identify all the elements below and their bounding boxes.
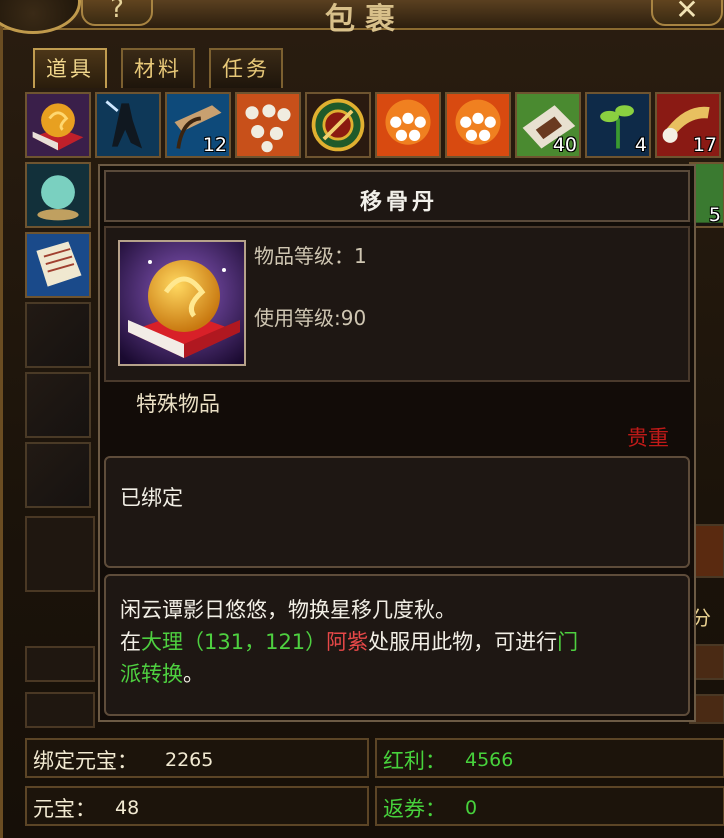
description-box: 闲云谭影日悠悠，物换星移几度秋。 在大理（131，121）阿紫处服用此物，可进行… [104, 574, 690, 716]
desc-npc: 阿紫 [326, 630, 369, 654]
desc-pre: 在 [120, 630, 141, 654]
inventory-slot-empty[interactable] [25, 442, 91, 508]
bonus-label: 红利： [383, 749, 446, 773]
close-button[interactable]: ✕ [651, 0, 723, 26]
yuanbao-label: 元宝： [33, 797, 96, 821]
item-level-label: 物品等级： [254, 244, 354, 268]
inventory-slot[interactable]: 17 [655, 92, 721, 158]
item-name: 移骨丹 [359, 190, 438, 215]
ornament-panel [25, 516, 95, 592]
compass-icon [307, 94, 369, 156]
inventory-slot-empty[interactable] [25, 372, 91, 438]
window-title: 包裹 [325, 2, 405, 37]
voucher-label: 返券： [383, 797, 446, 821]
desc-location: 大理 [141, 630, 183, 654]
tooltip-info: 物品等级：1 使用等级:90 [104, 226, 690, 382]
voucher-box: 返券： 0 [375, 786, 724, 826]
fireball-pearls-icon [377, 94, 439, 156]
title-bar: ? 包裹 ✕ [0, 0, 724, 37]
bound-yuanbao-label: 绑定元宝： [33, 749, 138, 773]
inventory-slot[interactable]: 12 [165, 92, 231, 158]
tab-quests[interactable]: 任务 [209, 48, 283, 88]
tab-items[interactable]: 道具 [33, 48, 107, 88]
white-pearls-icon [237, 94, 299, 156]
golden-pill-icon [120, 242, 244, 364]
item-count: 40 [552, 134, 577, 156]
desc-coords: （131，121） [183, 630, 327, 654]
shadow-figure-icon [97, 94, 159, 156]
item-count: 12 [202, 134, 227, 156]
inventory-slot[interactable] [305, 92, 371, 158]
bound-yuanbao-value: 2265 [165, 749, 214, 771]
ornament-bar [25, 692, 95, 728]
item-level-value: 1 [354, 244, 367, 268]
fireball-pearls-icon [447, 94, 509, 156]
bonus-box: 红利： 4566 [375, 738, 724, 778]
description-line-2: 在大理（131，121）阿紫处服用此物，可进行门 [120, 626, 680, 658]
inventory-slot[interactable] [25, 162, 91, 228]
use-level-value: 90 [340, 306, 367, 330]
item-tooltip: 移骨丹 物品等级：1 使用等级:90 特殊物品 贵重 已绑定 闲云谭影日悠悠，物… [98, 164, 696, 722]
desc-action-a: 门 [557, 630, 579, 654]
inventory-window: ? 包裹 ✕ 道具 材料 任务 12 40 4 17 5 分 绑定元宝： 226… [0, 0, 724, 838]
description-line-3: 派转换。 [120, 658, 680, 690]
inventory-slot[interactable] [95, 92, 161, 158]
description-line-1: 闲云谭影日悠悠，物换星移几度秋。 [120, 598, 456, 622]
use-level-label: 使用等级: [254, 306, 341, 330]
desc-action-b: 派转换 [120, 662, 183, 686]
inventory-slot-empty[interactable] [25, 302, 91, 368]
desc-mid: 处服用此物，可进行 [368, 630, 558, 654]
inventory-slot[interactable] [25, 232, 91, 298]
item-description: 闲云谭影日悠悠，物换星移几度秋。 在大理（131，121）阿紫处服用此物，可进行… [120, 594, 680, 690]
item-icon-large [118, 240, 246, 366]
inventory-slot[interactable]: 4 [585, 92, 651, 158]
bind-status: 已绑定 [120, 486, 183, 510]
desc-end: 。 [183, 662, 204, 686]
inventory-slot[interactable] [25, 92, 91, 158]
yuanbao-box: 元宝： 48 [25, 786, 369, 826]
yuanbao-value: 48 [115, 797, 140, 819]
ornament-bar [25, 646, 95, 682]
inventory-slot[interactable] [235, 92, 301, 158]
tooltip-header: 移骨丹 [104, 170, 690, 222]
item-count: 4 [634, 134, 647, 156]
inventory-slot[interactable] [445, 92, 511, 158]
bind-status-box: 已绑定 [104, 456, 690, 568]
rarity-badge: 贵重 [627, 426, 669, 450]
item-count: 5 [708, 204, 721, 226]
scroll-icon [27, 234, 89, 296]
crystal-orb-icon [27, 164, 89, 226]
bonus-value: 4566 [465, 749, 514, 771]
item-category: 特殊物品 [136, 392, 220, 416]
item-count: 17 [692, 134, 717, 156]
tab-materials[interactable]: 材料 [121, 48, 195, 88]
inventory-slot[interactable]: 40 [515, 92, 581, 158]
bound-yuanbao-box: 绑定元宝： 2265 [25, 738, 369, 778]
golden-pill-icon [27, 94, 89, 156]
inventory-slot[interactable] [375, 92, 441, 158]
voucher-value: 0 [465, 797, 478, 819]
